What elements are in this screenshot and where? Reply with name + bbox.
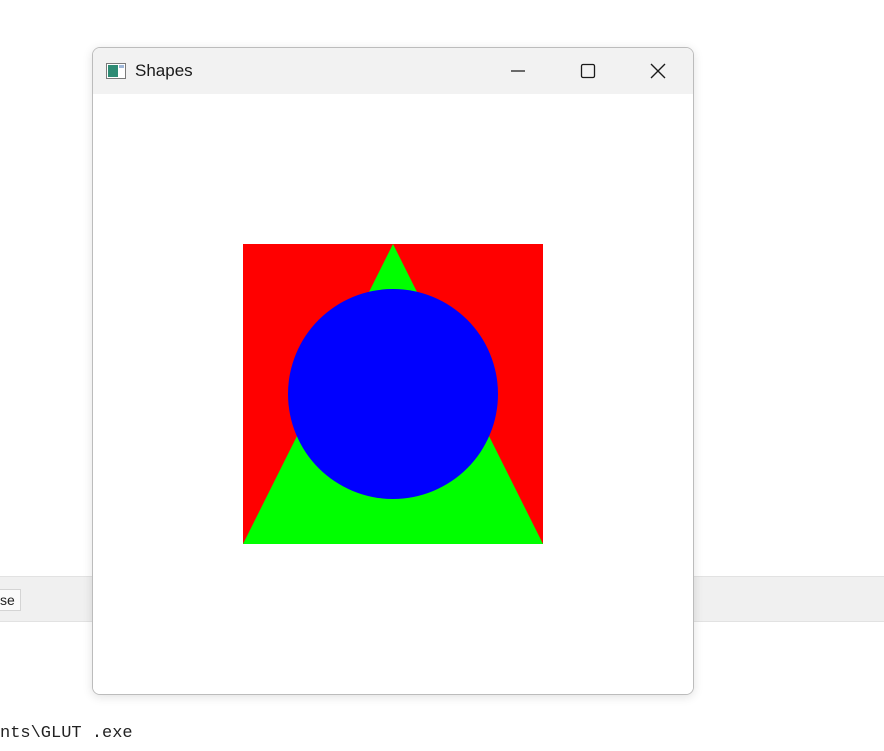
background-tab[interactable]: se	[0, 589, 21, 611]
maximize-button[interactable]	[553, 48, 623, 94]
console-output-line: nts\GLUT .exe	[0, 724, 133, 743]
window-title: Shapes	[135, 61, 193, 80]
minimize-button[interactable]	[483, 48, 553, 94]
app-icon	[106, 63, 126, 79]
close-icon	[650, 63, 666, 79]
render-area[interactable]	[93, 94, 693, 694]
maximize-icon	[580, 63, 596, 79]
close-button[interactable]	[623, 48, 693, 94]
desktop: se nts\GLUT .exe Shapes	[0, 0, 884, 751]
title-bar[interactable]: Shapes	[93, 48, 693, 94]
shapes-canvas	[243, 244, 543, 544]
shapes-window[interactable]: Shapes	[92, 47, 694, 695]
minimize-icon	[511, 70, 525, 72]
blue-circle	[288, 289, 498, 499]
